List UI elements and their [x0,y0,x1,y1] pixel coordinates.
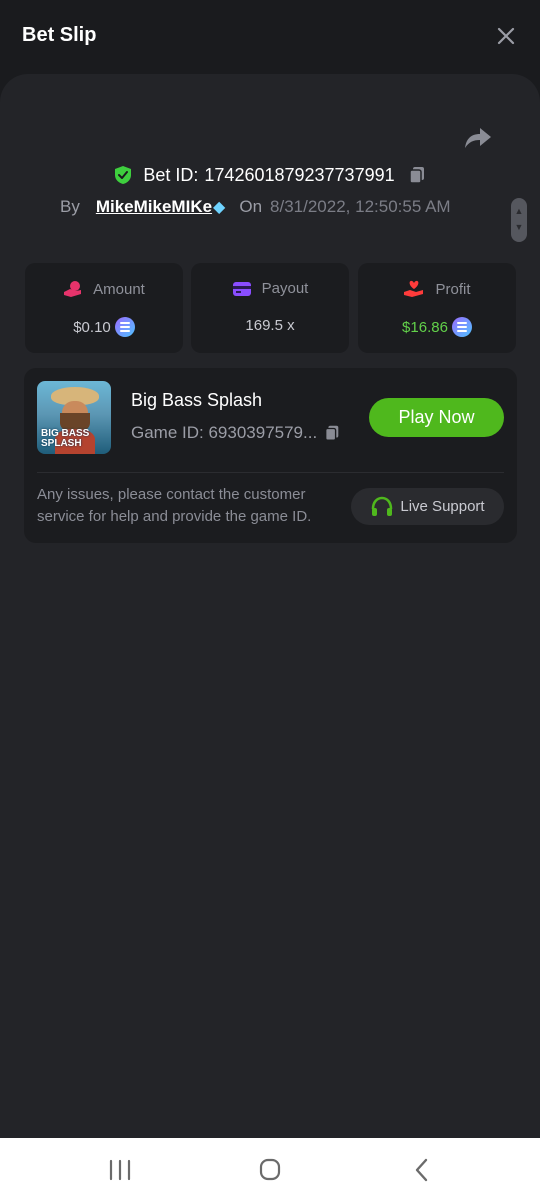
copy-icon[interactable] [407,165,427,185]
recent-apps-icon[interactable] [105,1156,135,1184]
headset-icon [372,496,393,516]
home-icon[interactable] [255,1156,285,1184]
payout-value: 169.5 x [245,317,295,334]
amount-value: $0.10 [73,318,111,336]
coin-icon [451,317,472,337]
scrollbar-handle[interactable]: ▲ ▼ [511,198,527,242]
gem-icon: ◆ [213,199,226,216]
share-icon[interactable] [463,124,493,152]
game-title: Big Bass Splash [131,390,263,410]
copy-icon[interactable] [323,424,341,442]
bet-id-row: Bet ID: 1742601879237737991 [0,162,540,188]
system-nav-bar [0,1138,540,1200]
game-id-row: Game ID: 6930397579... [131,423,341,443]
bet-author-row: By MikeMikeMIKe ◆ On 8/31/2022, 12:50:55… [60,194,451,220]
support-notice: Any issues, please contact the customer … [37,486,312,525]
game-thumbnail[interactable]: BIG BASS SPLASH [37,381,111,454]
close-icon[interactable] [496,26,516,46]
bet-details-panel [0,74,540,1138]
live-support-label: Live Support [400,498,485,515]
bet-id-value: 1742601879237737991 [204,164,395,185]
profit-label: Profit [435,280,471,298]
bet-slip-screen: Bet Slip Bet ID: 1742601879237737991 By … [0,0,540,1200]
back-icon[interactable] [407,1156,437,1184]
game-thumbnail-logo: BIG BASS SPLASH [41,428,90,449]
game-card: BIG BASS SPLASH Big Bass Splash Game ID: … [24,368,517,543]
hand-coin-icon [64,281,82,297]
game-id-text: Game ID: 6930397579... [131,423,318,442]
amount-card: Amount $0.10 [25,263,183,353]
coin-icon [114,317,135,337]
username-link[interactable]: MikeMikeMIKe [96,197,212,217]
page-title: Bet Slip [22,24,97,46]
hand-heart-icon [404,280,424,297]
shield-check-icon [115,166,132,184]
payout-card: Payout 169.5 x [191,263,349,353]
play-now-button[interactable]: Play Now [369,398,504,437]
divider [37,472,504,473]
header: Bet Slip [0,0,540,74]
wallet-icon [232,281,251,296]
bet-date: 8/31/2022, 12:50:55 AM [270,197,451,216]
payout-label: Payout [261,280,309,297]
profit-card: Profit $16.86 [358,263,516,353]
by-label: By [60,197,80,216]
live-support-button[interactable]: Live Support [351,488,504,525]
bet-id-label: Bet ID: [143,164,199,185]
amount-label: Amount [93,280,145,298]
on-label: On [239,197,263,216]
profit-value: $16.86 [402,318,448,336]
